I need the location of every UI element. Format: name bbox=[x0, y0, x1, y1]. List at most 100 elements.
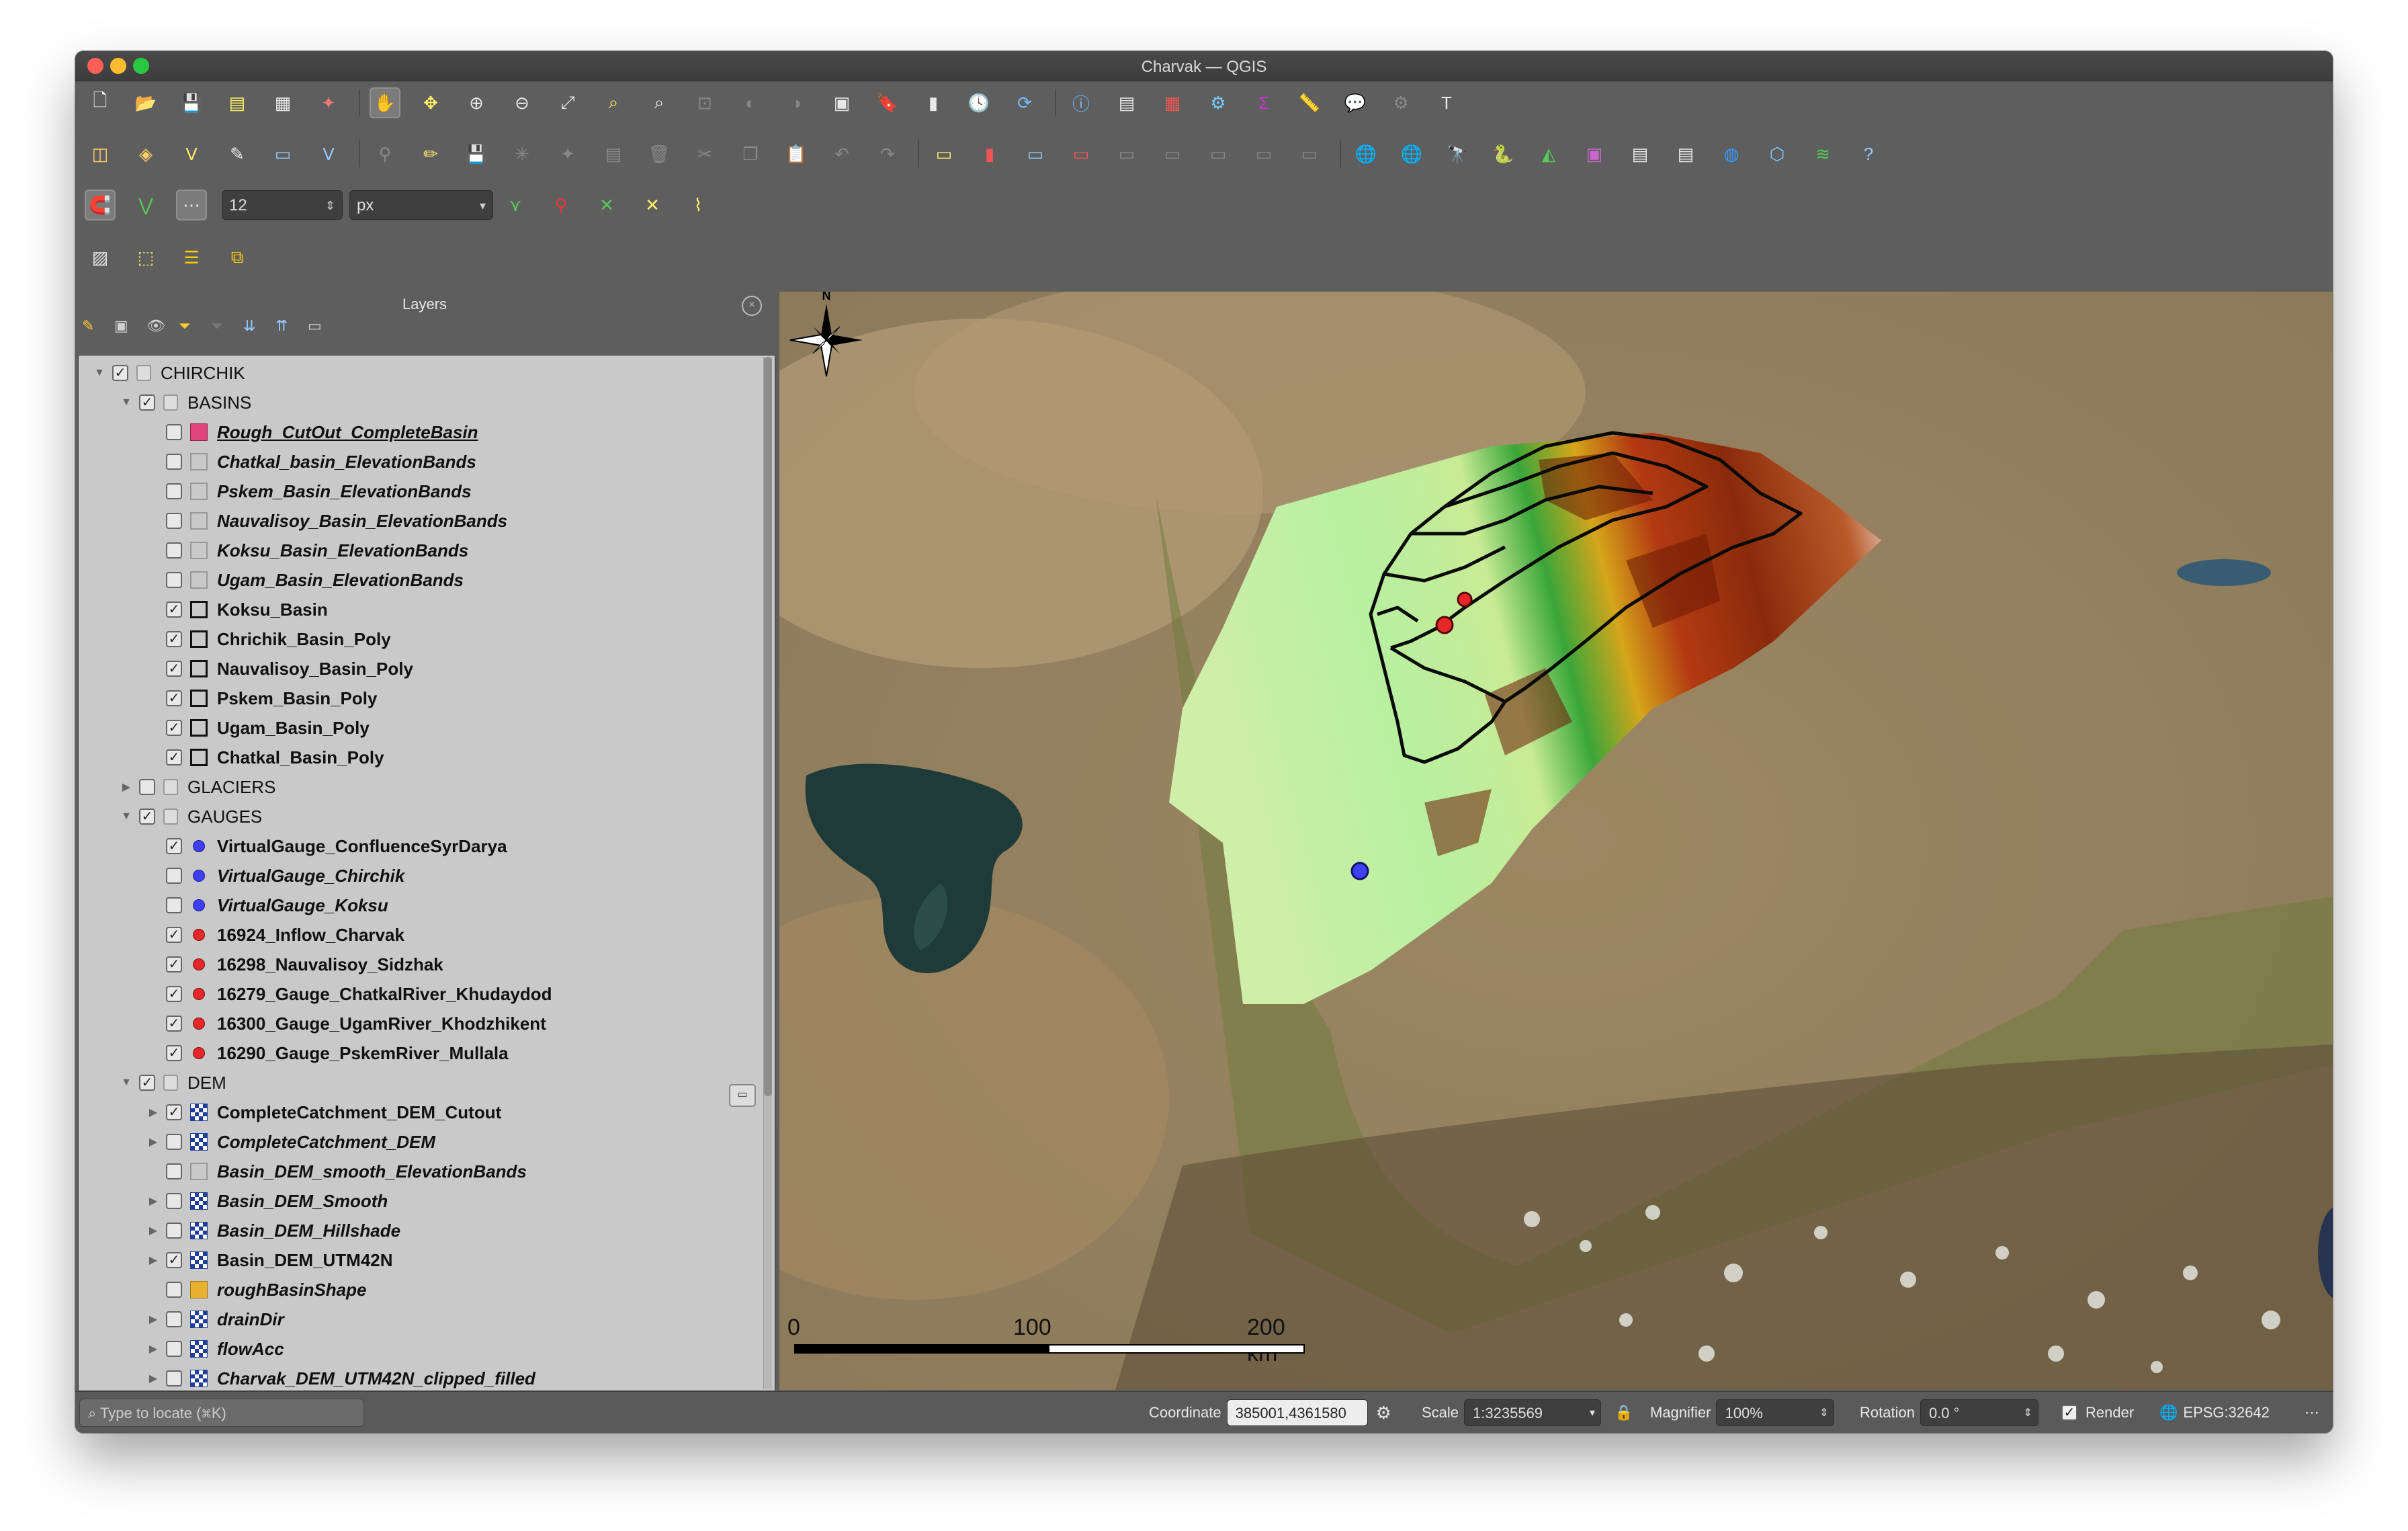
layout-manager-icon[interactable]: ▦ bbox=[267, 87, 298, 118]
layer-tree-row[interactable]: ✓ Chrichik_Basin_Poly bbox=[146, 624, 391, 654]
delete-selected-icon[interactable]: 🗑 bbox=[644, 138, 675, 169]
zoom-to-layer-icon[interactable]: ⌕ bbox=[644, 87, 675, 118]
cut-features-icon[interactable]: ✂ bbox=[689, 138, 720, 169]
layer-visibility-checkbox[interactable]: ✓ bbox=[166, 1252, 182, 1268]
layer-tree-row[interactable]: Nauvalisoy_Basin_ElevationBands bbox=[146, 506, 507, 536]
scale-select[interactable]: 1:3235569 ▾ bbox=[1464, 1399, 1602, 1426]
identify-features-icon[interactable]: ⓘ bbox=[1066, 87, 1096, 118]
zoom-to-selection-icon[interactable]: ⌕ bbox=[598, 87, 629, 118]
layer-visibility-checkbox[interactable]: ✓ bbox=[166, 749, 182, 766]
layer-tree-row[interactable]: ▼ ✓ DEM bbox=[119, 1068, 226, 1098]
zoom-out-icon[interactable]: ⊖ bbox=[507, 87, 538, 118]
layer-tree-row[interactable]: ✓ Chatkal_Basin_Poly bbox=[146, 743, 384, 772]
layer-visibility-checkbox[interactable]: ✓ bbox=[166, 1016, 182, 1032]
new-bookmark-icon[interactable]: 🔖 bbox=[872, 87, 903, 118]
embedded-widget-icon[interactable]: ▭ bbox=[729, 1084, 756, 1107]
map-tips-icon[interactable]: 💬 bbox=[1340, 87, 1371, 118]
expand-arrow-icon[interactable]: ▶ bbox=[119, 780, 134, 794]
layer-visibility-checkbox[interactable]: ✓ bbox=[166, 602, 182, 618]
add-feature-icon[interactable]: ✳ bbox=[507, 138, 538, 169]
layer-tree-row[interactable]: VirtualGauge_Chirchik bbox=[146, 861, 404, 891]
layer-visibility-checkbox[interactable] bbox=[166, 1282, 182, 1298]
layer-tree-row[interactable]: ▼ ✓ CHIRCHIK bbox=[92, 358, 245, 388]
avoid-overlap-icon[interactable]: ✕ bbox=[591, 190, 622, 220]
layer-visibility-checkbox[interactable]: ✓ bbox=[112, 365, 128, 381]
layer-visibility-checkbox[interactable] bbox=[166, 454, 182, 470]
expand-arrow-icon[interactable]: ▶ bbox=[146, 1135, 161, 1149]
add-mesh-layer-icon[interactable]: ▭ bbox=[267, 138, 298, 169]
layer-visibility-checkbox[interactable] bbox=[166, 513, 182, 529]
paste-features-icon[interactable]: 📋 bbox=[781, 138, 812, 169]
expand-arrow-icon[interactable]: ▶ bbox=[146, 1253, 161, 1267]
open-layer-styling-icon[interactable]: ✎ bbox=[82, 317, 101, 336]
help-icon[interactable]: ? bbox=[1853, 138, 1884, 169]
processing-toolbox-icon[interactable]: ⚙ bbox=[1203, 87, 1234, 118]
layer-tree-row[interactable]: ▶ Charvak_DEM_UTM42N_clipped_filled bbox=[146, 1364, 535, 1391]
add-raster-layer-icon[interactable]: ✎ bbox=[222, 138, 253, 169]
new-geopackage-layer-icon[interactable]: ◈ bbox=[130, 138, 161, 169]
select-features-icon[interactable]: ⬚ bbox=[130, 242, 161, 273]
rotation-field[interactable]: 0.0 ° ⇕ bbox=[1920, 1399, 2038, 1426]
layer-tree-row[interactable]: ▶ GLACIERS bbox=[119, 772, 276, 802]
crs-label[interactable]: EPSG:32642 bbox=[2183, 1404, 2269, 1421]
collapse-arrow-icon[interactable]: ▼ bbox=[119, 811, 134, 823]
layer-visibility-checkbox[interactable] bbox=[139, 779, 155, 795]
expand-all-icon[interactable]: ⇊ bbox=[243, 317, 262, 336]
layer-visibility-checkbox[interactable]: ✓ bbox=[139, 809, 155, 825]
layer-visibility-checkbox[interactable]: ✓ bbox=[166, 986, 182, 1002]
pan-map-icon[interactable]: ✋ bbox=[370, 87, 400, 118]
snap-tolerance-field[interactable]: 12 ⇕ bbox=[222, 190, 343, 220]
layer-visibility-checkbox[interactable] bbox=[166, 542, 182, 558]
expand-arrow-icon[interactable]: ▶ bbox=[146, 1194, 161, 1208]
expand-arrow-icon[interactable]: ▶ bbox=[146, 1372, 161, 1385]
new-project-icon[interactable]: 🗋 bbox=[85, 87, 116, 118]
layer-visibility-checkbox[interactable]: ✓ bbox=[139, 395, 155, 411]
text-annotation-icon[interactable]: T bbox=[1431, 87, 1462, 118]
layer-visibility-checkbox[interactable] bbox=[166, 897, 182, 913]
add-wms-layer-icon[interactable]: 🌐 bbox=[1350, 138, 1381, 169]
layer-visibility-checkbox[interactable]: ✓ bbox=[166, 838, 182, 854]
manage-map-themes-icon[interactable]: 👁 bbox=[146, 317, 165, 336]
layer-tree-row[interactable]: ✓ Ugam_Basin_Poly bbox=[146, 713, 370, 743]
rotate-label-icon[interactable]: ▭ bbox=[1248, 138, 1279, 169]
filter-by-expression-icon[interactable]: ⏷ bbox=[211, 317, 230, 336]
stack-layers-icon[interactable]: ≋ bbox=[1807, 138, 1838, 169]
layers-scrollbar-thumb[interactable] bbox=[764, 357, 772, 1096]
layer-tree-row[interactable]: ▶ drainDir bbox=[146, 1305, 284, 1334]
layer-visibility-checkbox[interactable]: ✓ bbox=[166, 956, 182, 973]
layer-diagram-icon[interactable]: ▮ bbox=[974, 138, 1005, 169]
toggle-extents-icon[interactable]: ⚙ bbox=[1376, 1403, 1391, 1423]
pin-labels-icon[interactable]: ▭ bbox=[1111, 138, 1142, 169]
topological-editing-icon[interactable]: ⋎ bbox=[500, 190, 531, 220]
attribute-table-icon[interactable]: ▤ bbox=[1111, 87, 1142, 118]
new-map-view-icon[interactable]: ▣ bbox=[826, 87, 857, 118]
zoom-last-icon[interactable]: ◐ bbox=[735, 87, 766, 118]
layer-tree-row[interactable]: Rough_CutOut_CompleteBasin bbox=[146, 417, 478, 447]
close-panel-icon[interactable]: × bbox=[742, 296, 762, 316]
layer-tree-row[interactable]: roughBasinShape bbox=[146, 1275, 366, 1305]
layer-labeling-icon[interactable]: ▭ bbox=[929, 138, 959, 169]
undo-icon[interactable]: ↶ bbox=[826, 138, 857, 169]
layer-tree-row[interactable]: Chatkal_basin_ElevationBands bbox=[146, 447, 476, 477]
layer-tree-row[interactable]: ✓ 16298_Nauvalisoy_Sidzhak bbox=[146, 950, 443, 979]
add-delimited-text-icon[interactable]: V bbox=[313, 138, 344, 169]
vertex-tool-icon[interactable]: ✦ bbox=[552, 138, 583, 169]
layer-visibility-checkbox[interactable] bbox=[166, 1370, 182, 1387]
collapse-arrow-icon[interactable]: ▼ bbox=[119, 1077, 134, 1089]
layer-tree-row[interactable]: Ugam_Basin_ElevationBands bbox=[146, 565, 464, 595]
layer-visibility-checkbox[interactable]: ✓ bbox=[139, 1075, 155, 1091]
layer-tree-row[interactable]: ✓ 16290_Gauge_PskemRiver_Mullala bbox=[146, 1038, 509, 1068]
actions-icon[interactable]: ⚙ bbox=[1385, 87, 1416, 118]
expand-arrow-icon[interactable]: ▶ bbox=[146, 1224, 161, 1237]
map-canvas[interactable]: N 0 100 200 km bbox=[779, 292, 2333, 1390]
copy-features-icon[interactable]: ❐ bbox=[735, 138, 766, 169]
layer-visibility-checkbox[interactable] bbox=[166, 1223, 182, 1239]
style-manager-icon[interactable]: ✦ bbox=[313, 87, 344, 118]
data-source-manager-icon[interactable]: ◫ bbox=[85, 138, 116, 169]
toggle-labels-icon[interactable]: ▭ bbox=[1066, 138, 1096, 169]
highlight-pinned-labels-icon[interactable]: ▭ bbox=[1020, 138, 1051, 169]
remove-layer-icon[interactable]: ▭ bbox=[308, 317, 327, 336]
snapping-mode-icon[interactable]: ⋁ bbox=[130, 190, 161, 220]
temporal-controller-icon[interactable]: 🕓 bbox=[963, 87, 994, 118]
zoom-full-icon[interactable]: ⤢ bbox=[552, 87, 583, 118]
